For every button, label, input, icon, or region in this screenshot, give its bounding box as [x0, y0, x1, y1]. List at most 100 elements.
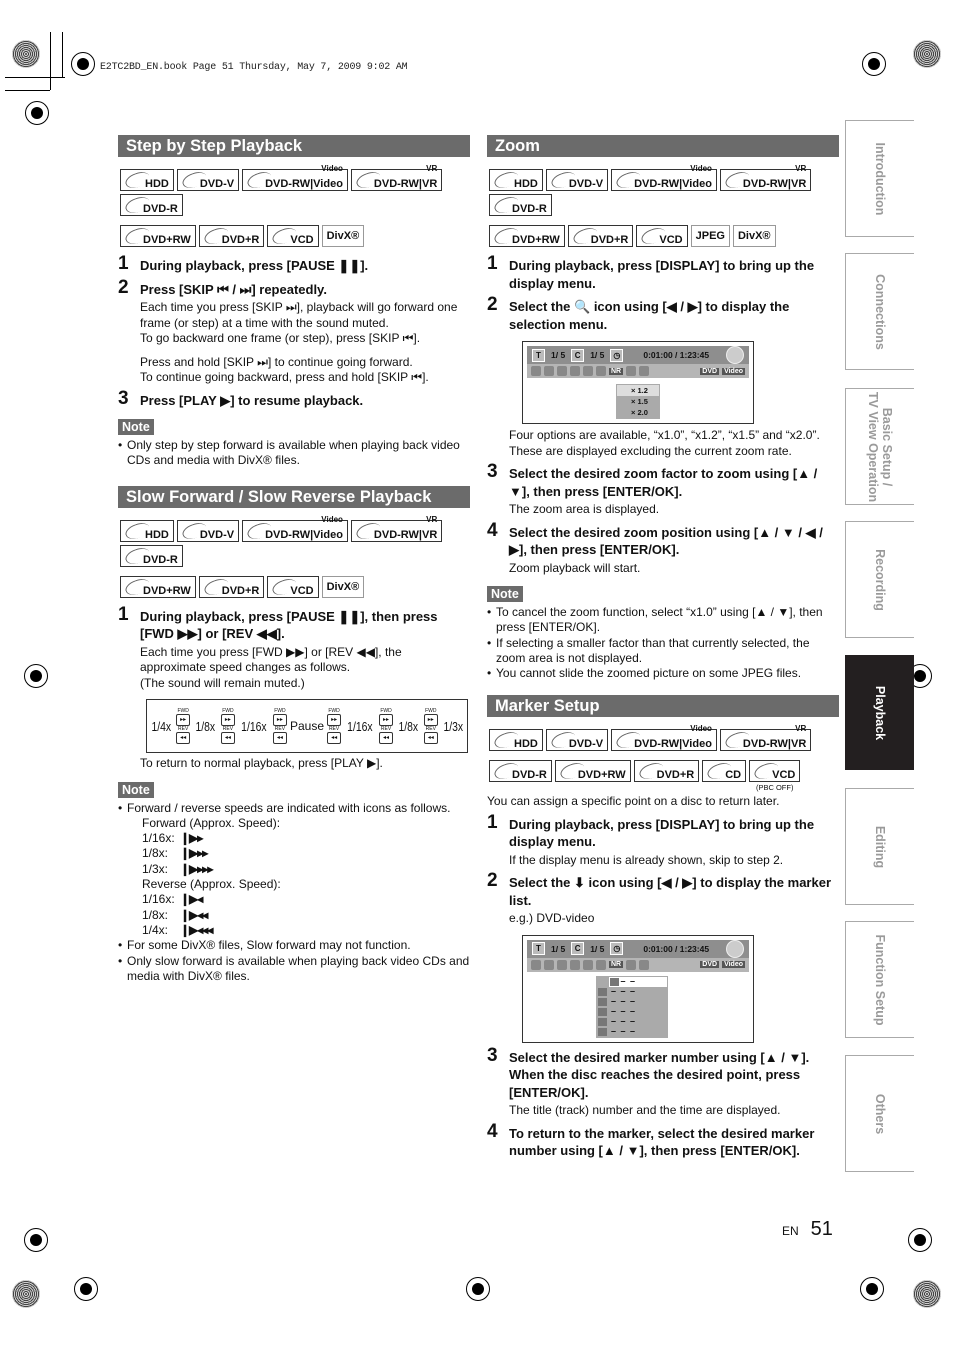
zoom-option[interactable]: × 2.0: [617, 407, 659, 418]
speed-row: 1/8x: ❙▶◂◂: [118, 908, 470, 923]
fwd-button-icon: ▸▸: [379, 714, 394, 727]
speed-value: 1/8x:: [142, 846, 169, 861]
disc-icon-dvd-rw: DVD-RW|Video Video: [242, 164, 348, 191]
zoom-icon[interactable]: [626, 366, 637, 376]
step-text: During playback, press [DISPLAY] to brin…: [509, 258, 815, 291]
registration-target-icon: [913, 40, 941, 68]
nr-icon[interactable]: NR: [609, 961, 624, 969]
audio-icon[interactable]: [544, 959, 554, 970]
angle-icon[interactable]: [570, 959, 580, 970]
tab-connections[interactable]: Connections: [845, 253, 914, 370]
disc-icon-dvd-r: DVD+R: [633, 760, 700, 783]
step-1: 1 During playback, press [DISPLAY] to br…: [487, 253, 839, 292]
step-3: 3 Press [PLAY ▶] to resume playback.: [118, 388, 470, 410]
speed-value: 1/16x:: [142, 831, 175, 846]
marker-icon[interactable]: [596, 959, 606, 970]
step-text: Select the desired marker number using […: [509, 1049, 810, 1100]
step-number: 2: [118, 276, 129, 298]
step-number: 3: [487, 1044, 498, 1066]
fwd-rev-button-pair-icon: FWD ▸▸ REV ◂◂: [327, 708, 342, 745]
tab-editing[interactable]: Editing: [845, 788, 914, 905]
disc-icons: HDD DVD-V DVD-RW|Video Video DVD-RW|VR VR DVD-…: [489, 724, 839, 792]
repeat-icon[interactable]: [583, 959, 593, 970]
registration-mark-icon: [74, 1277, 98, 1301]
disc-icon-dvd-r: DVD-R: [120, 544, 183, 567]
subtitle-icon[interactable]: [557, 959, 567, 970]
angle-icon[interactable]: [570, 366, 580, 376]
clock-icon: ◷: [610, 942, 624, 956]
disc-icon-dvd-rw: DVD-RW|Video Video: [242, 515, 348, 542]
tab-recording[interactable]: Recording: [845, 521, 914, 638]
step-number: 1: [118, 603, 129, 625]
step-1: 1 During playback, press [PAUSE ❚❚], the…: [118, 604, 470, 643]
section-title-marker-setup: Marker Setup: [487, 695, 839, 718]
tab-label: Basic Setup / TV View Operation: [866, 391, 894, 502]
tab-playback[interactable]: Playback: [845, 655, 914, 770]
reverse-heading: Reverse (Approx. Speed):: [142, 877, 281, 892]
tab-label: Editing: [873, 825, 887, 868]
disc-icon: [726, 939, 744, 958]
speed-diagram: 1/4x FWD ▸▸ REV ◂◂ 1/8x FWD ▸▸ REV ◂◂ 1/16x FWD ▸▸ RE…: [146, 699, 468, 754]
disc-icon-cd: CD: [702, 760, 747, 783]
step-2: 2 Select the ⬇ icon using [◀ / ▶] to dis…: [487, 870, 839, 909]
zoom-option[interactable]: × 1.5: [617, 396, 659, 407]
subtitle-icon[interactable]: [557, 366, 567, 376]
speed-indicator-icon: ❙▶▸▸: [180, 846, 208, 861]
tab-basic-setup-tv-view-operation[interactable]: Basic Setup / TV View Operation: [845, 388, 914, 505]
note-item: Only slow forward is available when play…: [118, 954, 470, 985]
zoom-option[interactable]: × 1.2: [617, 385, 659, 396]
disc-icon-dvd-r: DVD-R: [489, 194, 552, 216]
audio-icon[interactable]: [544, 366, 554, 376]
zoom-icon[interactable]: [626, 959, 637, 970]
search-icon[interactable]: [531, 959, 541, 970]
search-icon[interactable]: [531, 366, 541, 376]
step-number: 4: [487, 1120, 498, 1142]
disc-icons: HDD DVD-V DVD-RW|Video Video DVD-RW|VR VR DVD-…: [120, 164, 470, 247]
tab-introduction[interactable]: Introduction: [845, 120, 914, 237]
tab-others[interactable]: Others: [845, 1055, 914, 1172]
crop-mark: [50, 32, 51, 90]
disc-icon-dvd-rw: DVD-RW|VR VR: [719, 164, 812, 191]
step-detail: The title (track) number and the time ar…: [509, 1103, 781, 1118]
rev-button-icon: ◂◂: [220, 732, 235, 745]
step-text: During playback, press [PAUSE ❚❚].: [140, 258, 369, 273]
registration-mark-icon: [24, 1228, 48, 1252]
fwd-button-icon: ▸▸: [176, 714, 191, 727]
nr-icon[interactable]: NR: [609, 367, 624, 375]
disc-icon-dvd-v: DVD-V: [545, 169, 609, 191]
repeat-icon[interactable]: [583, 366, 593, 376]
dvd-badge: DVD: [700, 367, 720, 375]
marker-item[interactable]: – – –: [597, 1026, 667, 1037]
title-icon: T: [532, 942, 545, 956]
rev-button-icon: ◂◂: [176, 732, 191, 745]
disc-icon-dvd-rw: DVD+RW: [120, 575, 196, 598]
registration-mark-icon: [25, 101, 49, 125]
step-text: Press [PLAY ▶] to resume playback.: [140, 392, 364, 408]
surround-icon[interactable]: [639, 366, 650, 376]
speed-row: 1/8x: ❙▶▸▸: [118, 846, 470, 861]
step-text: Select the 🔍 icon using [◀ / ▶] to displ…: [509, 299, 790, 332]
title-value: 1/ 5: [551, 943, 566, 954]
disc-icon-dvd-rw: DVD-RW|VR VR: [719, 724, 812, 752]
disc-icon-dvd-r: DVD+R: [198, 575, 265, 598]
format-icon-divx: DivX®: [321, 575, 365, 598]
note-list: To cancel the zoom function, select “x1.…: [487, 605, 839, 682]
note-label: Note: [118, 419, 154, 435]
osd-status-bar: T 1/ 5 C 1/ 5 ◷ 0:01:00 / 1:23:45: [527, 346, 749, 364]
speed-label: 1/8x: [195, 718, 216, 734]
step-detail: Four options are available, “x1.0”, “x1.…: [509, 428, 820, 458]
marker-list: – – – – – – – – – – – – – – – – – –: [596, 975, 668, 1038]
speed-indicator-icon: ❙▶◂◂: [180, 907, 208, 922]
marker-icon[interactable]: [596, 366, 606, 376]
surround-icon[interactable]: [639, 959, 650, 970]
detail-line: To continue going backward, press and ho…: [140, 370, 429, 384]
tab-function-setup[interactable]: Function Setup: [845, 921, 914, 1038]
step-4: 4 To return to the marker, select the de…: [487, 1121, 839, 1160]
fwd-button-icon: ▸▸: [272, 714, 287, 727]
fwd-button-icon: ▸▸: [327, 714, 342, 727]
tab-label: Recording: [873, 548, 887, 611]
tab-label: Connections: [873, 273, 887, 350]
step-text: Select the ⬇ icon using [◀ / ▶] to displ…: [509, 875, 832, 908]
format-icon-jpeg: JPEG: [690, 225, 730, 247]
speed-label: 1/16x: [347, 718, 373, 734]
